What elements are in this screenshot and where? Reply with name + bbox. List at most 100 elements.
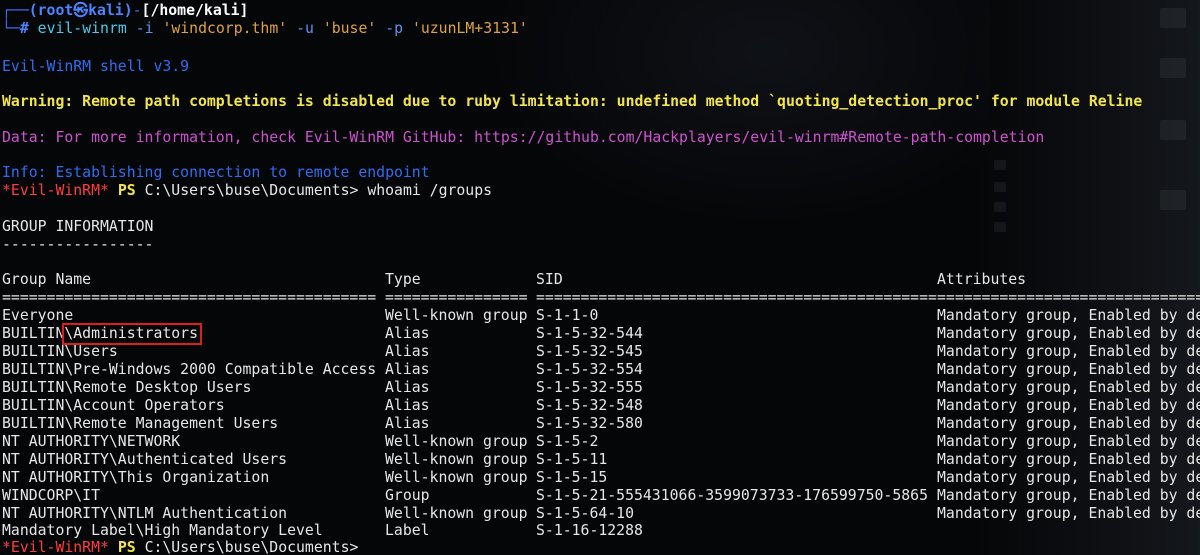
- version-line: Evil-WinRM shell v3.9: [2, 58, 190, 75]
- row-type: Alias: [385, 379, 430, 396]
- table-row: BUILTIN\Pre-Windows 2000 Compatible Acce…: [0, 361, 1200, 379]
- evil-winrm-tag: *Evil-WinRM*: [2, 182, 109, 199]
- row-type: Alias: [385, 415, 430, 432]
- row-sid: S-1-5-32-545: [536, 343, 643, 360]
- row-sid: S-1-16-12288: [536, 522, 643, 539]
- row-group-name: BUILTIN\Remote Management Users: [2, 415, 279, 432]
- row-attributes: Mandatory group, Enabled by de: [937, 487, 1200, 504]
- ps-tag: PS: [117, 182, 136, 199]
- separator-attributes: ==============================: [937, 289, 1200, 306]
- row-attributes: Mandatory group, Enabled by de: [937, 469, 1200, 486]
- flag-u: -u: [296, 20, 314, 37]
- row-attributes: Mandatory group, Enabled by de: [937, 415, 1200, 432]
- prompt-corner-top: ┌──: [2, 2, 29, 19]
- table-row: NT AUTHORITY\NTLM Authentication Well-kn…: [0, 505, 1200, 523]
- row-sid: S-1-5-2: [536, 433, 599, 450]
- prompt-path: [/home/kali]: [141, 2, 249, 19]
- header-group-name: Group Name: [2, 271, 92, 288]
- row-sid: S-1-5-32-580: [536, 415, 643, 432]
- arg-password: 'uzunLM+3131': [411, 20, 528, 37]
- terminal-output: ┌──(root㉿kali)-[/home/kali] └─# evil-win…: [0, 0, 1200, 555]
- header-type: Type: [385, 271, 421, 288]
- flag-p: -p: [385, 20, 404, 37]
- administrators-highlight-box: [62, 323, 202, 345]
- final-prompt-line[interactable]: *Evil-WinRM* PS C:\Users\buse\Documents>: [2, 539, 358, 555]
- row-group-name: WINDCORP\IT: [2, 487, 100, 504]
- row-type: Alias: [385, 397, 430, 414]
- shell-command: whoami /groups: [367, 182, 493, 199]
- current-directory: C:\Users\buse\Documents>: [144, 539, 359, 555]
- row-type: Group: [385, 487, 430, 504]
- table-row: NT AUTHORITY\Authenticated Users Well-kn…: [0, 451, 1200, 469]
- terminal-window[interactable]: ┌──(root㉿kali)-[/home/kali] └─# evil-win…: [0, 0, 1200, 555]
- row-group-name: BUILTIN\Remote Desktop Users: [2, 379, 252, 396]
- evil-winrm-tag: *Evil-WinRM*: [2, 539, 109, 555]
- row-attributes: Mandatory group, Enabled by de: [937, 397, 1200, 414]
- row-group-name: NT AUTHORITY\This Organization: [2, 469, 270, 486]
- shell-prompt-line: *Evil-WinRM* PS C:\Users\buse\Documents>…: [2, 182, 492, 200]
- row-sid: S-1-5-11: [536, 451, 608, 468]
- separator-sid: ========================================…: [536, 289, 937, 306]
- row-type: Alias: [385, 361, 430, 378]
- flag-i: -i: [135, 20, 154, 37]
- prompt-hash: #: [19, 20, 29, 37]
- command-name: evil-winrm: [37, 20, 127, 37]
- row-type: Well-known group: [385, 433, 528, 450]
- row-attributes: Mandatory group, Enabled by de: [937, 451, 1200, 468]
- header-attributes: Attributes: [937, 271, 1027, 288]
- row-group-name: Mandatory Label\High Mandatory Level: [2, 522, 323, 539]
- ps-tag: PS: [117, 539, 136, 555]
- row-sid: S-1-1-0: [536, 307, 599, 324]
- row-attributes: Mandatory group, Enabled by de: [937, 325, 1200, 342]
- row-type: Well-known group: [385, 469, 528, 486]
- group-info-title: GROUP INFORMATION: [2, 218, 154, 235]
- row-group-name: NT AUTHORITY\NETWORK: [2, 433, 181, 450]
- row-sid: S-1-5-32-554: [536, 361, 643, 378]
- info-line: Info: Establishing connection to remote …: [2, 164, 430, 181]
- command-line: └─# evil-winrm -i 'windcorp.thm' -u 'bus…: [2, 20, 528, 38]
- row-attributes: Mandatory group, Enabled by de: [937, 307, 1200, 324]
- row-group-name: NT AUTHORITY\Authenticated Users: [2, 451, 288, 468]
- row-type: Label: [385, 522, 430, 539]
- table-row: NT AUTHORITY\This Organization Well-know…: [0, 469, 1200, 487]
- table-row: NT AUTHORITY\NETWORK Well-known group S-…: [0, 433, 1200, 451]
- header-sid: SID: [536, 271, 563, 288]
- warning-line: Warning: Remote path completions is disa…: [2, 93, 1143, 110]
- row-group-name: NT AUTHORITY\NTLM Authentication: [2, 505, 288, 522]
- prompt-user-host: (root㉿kali): [28, 2, 133, 19]
- row-group-name: BUILTIN\Users: [2, 343, 118, 360]
- table-header-row: Group Name Type SID Attributes: [0, 271, 1200, 289]
- row-attributes: Mandatory group, Enabled by de: [937, 505, 1200, 522]
- prompt-header-line: ┌──(root㉿kali)-[/home/kali]: [2, 2, 248, 20]
- row-type: Well-known group: [385, 505, 528, 522]
- row-sid: S-1-5-32-544: [536, 325, 643, 342]
- row-type: Alias: [385, 325, 430, 342]
- arg-host: 'windcorp.thm': [162, 20, 288, 37]
- separator-type: ================: [385, 289, 528, 306]
- table-row: BUILTIN\Users Alias S-1-5-32-545 Mandato…: [0, 343, 1200, 361]
- separator-name: ========================================…: [2, 289, 377, 306]
- row-attributes: Mandatory group, Enabled by de: [937, 433, 1200, 450]
- row-attributes: Mandatory group, Enabled by de: [937, 343, 1200, 360]
- row-sid: S-1-5-15: [536, 469, 608, 486]
- arg-user: 'buse': [322, 20, 377, 37]
- row-sid: S-1-5-64-10: [536, 505, 634, 522]
- row-sid: S-1-5-21-555431066-3599073733-176599750-…: [536, 487, 928, 504]
- data-line: Data: For more information, check Evil-W…: [2, 129, 1045, 146]
- prompt-corner-bottom: └─: [2, 20, 20, 37]
- table-row: BUILTIN\Remote Desktop Users Alias S-1-5…: [0, 379, 1200, 397]
- row-attributes: Mandatory group, Enabled by de: [937, 361, 1200, 378]
- current-directory: C:\Users\buse\Documents>: [144, 182, 359, 199]
- row-type: Well-known group: [385, 451, 528, 468]
- table-row: Mandatory Label\High Mandatory Level Lab…: [0, 522, 1200, 540]
- row-sid: S-1-5-32-548: [536, 397, 643, 414]
- row-group-name: BUILTIN\Account Operators: [2, 397, 225, 414]
- row-type: Well-known group: [385, 307, 528, 324]
- row-group-name: BUILTIN\Pre-Windows 2000 Compatible Acce…: [2, 361, 377, 378]
- table-row: WINDCORP\IT Group S-1-5-21-555431066-359…: [0, 487, 1200, 505]
- row-sid: S-1-5-32-555: [536, 379, 643, 396]
- row-attributes: Mandatory group, Enabled by de: [937, 379, 1200, 396]
- row-type: Alias: [385, 343, 430, 360]
- table-separator-row: ========================================…: [0, 289, 1200, 307]
- table-row: BUILTIN\Remote Management Users Alias S-…: [0, 415, 1200, 433]
